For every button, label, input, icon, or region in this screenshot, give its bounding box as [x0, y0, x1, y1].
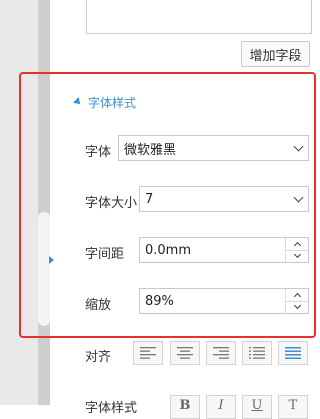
scale-label: 缩放 — [85, 298, 112, 313]
stepper-down-button[interactable] — [286, 250, 308, 262]
scale-stepper[interactable] — [285, 289, 308, 313]
font-size-select[interactable]: 7 — [139, 186, 309, 212]
font-style-label: 字体样式 — [85, 401, 138, 416]
font-size-value: 7 — [145, 191, 154, 207]
align-center-button[interactable] — [170, 341, 200, 365]
align-center-icon — [177, 347, 193, 359]
bold-button[interactable]: B — [170, 395, 200, 419]
align-right-button[interactable] — [206, 341, 236, 365]
scale-input[interactable]: 89% — [139, 288, 309, 314]
expand-triangle-icon — [73, 97, 83, 107]
letter-spacing-label: 字间距 — [85, 247, 125, 262]
align-list-button[interactable] — [242, 341, 272, 365]
italic-button[interactable]: I — [206, 395, 236, 419]
align-justify-button[interactable] — [278, 341, 308, 365]
add-field-button[interactable]: 增加字段 — [241, 41, 310, 67]
chevron-down-icon — [293, 301, 301, 310]
text-style-button[interactable]: T — [278, 395, 308, 419]
section-title: 字体样式 — [88, 95, 137, 110]
chevron-down-icon — [293, 141, 304, 152]
underline-button[interactable]: U — [242, 395, 272, 419]
chevron-down-icon — [293, 192, 304, 203]
fields-textarea[interactable] — [86, 0, 312, 34]
letter-spacing-value: 0.0mm — [145, 242, 192, 258]
letter-spacing-input[interactable]: 0.0mm — [139, 237, 309, 263]
list-icon — [249, 347, 265, 359]
align-right-icon — [213, 347, 229, 359]
font-size-label: 字体大小 — [85, 196, 138, 211]
align-justify-icon — [285, 347, 301, 359]
font-style-section-header[interactable]: 字体样式 — [73, 93, 137, 111]
chevron-up-icon — [293, 292, 301, 301]
chevron-up-icon — [293, 241, 301, 250]
scale-value: 89% — [145, 293, 174, 309]
align-label: 对齐 — [85, 350, 112, 365]
stepper-down-button[interactable] — [286, 301, 308, 313]
align-left-icon — [140, 347, 156, 359]
font-label: 字体 — [85, 145, 112, 160]
chevron-down-icon — [293, 250, 301, 259]
font-select[interactable]: 微软雅黑 — [118, 135, 309, 161]
letter-spacing-stepper[interactable] — [285, 238, 308, 262]
align-left-button[interactable] — [133, 341, 163, 365]
font-select-value: 微软雅黑 — [124, 142, 177, 158]
